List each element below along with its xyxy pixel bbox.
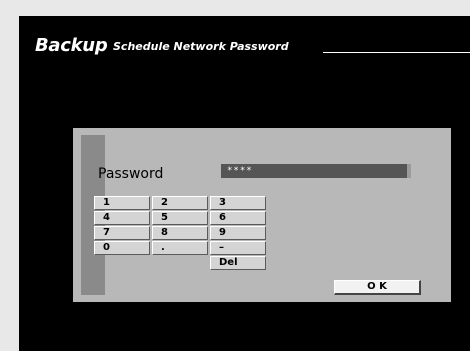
key-5[interactable]: 5	[152, 211, 208, 225]
key-2[interactable]: 2	[152, 196, 208, 210]
key-9[interactable]: 9	[210, 226, 266, 240]
ok-button[interactable]: O K	[334, 280, 421, 295]
page-subtitle: Schedule Network Password	[113, 40, 289, 53]
password-field[interactable]: ****	[221, 164, 411, 178]
header: Backup Schedule Network Password	[35, 35, 470, 59]
key-6[interactable]: 6	[210, 211, 266, 225]
key-delete[interactable]: Del	[210, 256, 266, 270]
password-value: ****	[227, 166, 253, 176]
key-7[interactable]: 7	[94, 226, 150, 240]
key-dot[interactable]: .	[152, 241, 208, 255]
key-0[interactable]: 0	[94, 241, 150, 255]
key-8[interactable]: 8	[152, 226, 208, 240]
key-4[interactable]: 4	[94, 211, 150, 225]
key-1[interactable]: 1	[94, 196, 150, 210]
password-label: Password	[98, 166, 164, 182]
osd-screen: Backup Schedule Network Password Passwor…	[19, 16, 470, 351]
key-dash[interactable]: –	[210, 241, 266, 255]
key-3[interactable]: 3	[210, 196, 266, 210]
title-underline	[323, 52, 470, 53]
password-dialog: Password **** 1 2 3 4 5 6 7 8 9 0 . – De…	[73, 128, 451, 302]
page-title: Backup	[35, 35, 108, 56]
